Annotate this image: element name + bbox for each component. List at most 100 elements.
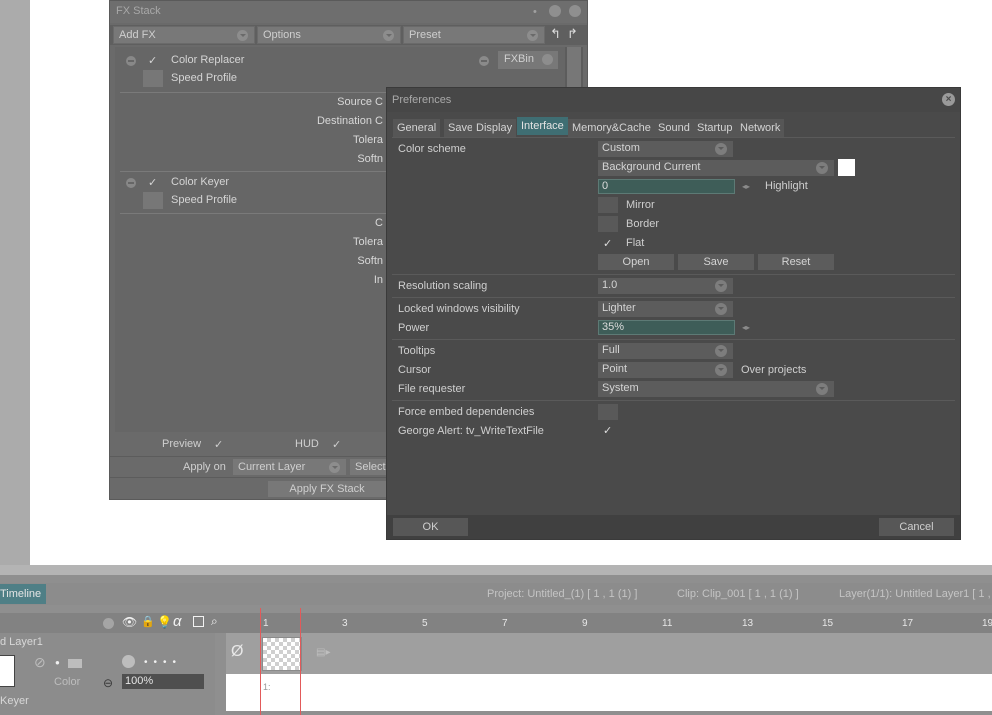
panel-gap — [0, 565, 992, 575]
open-button[interactable]: Open — [598, 254, 674, 270]
zoom-icon[interactable]: ⌕ — [211, 614, 218, 629]
power-field[interactable]: 35% — [598, 320, 735, 335]
chevron-down-icon — [383, 30, 394, 41]
interface-settings: Color scheme Custom Background Current 0… — [392, 137, 955, 513]
opacity-field[interactable]: 100% — [122, 674, 204, 689]
redo-icon[interactable]: ↱ — [567, 26, 578, 42]
tab-network[interactable]: Network — [736, 119, 785, 137]
flat-checkbox[interactable]: ✓ — [603, 237, 612, 250]
stencil-icon[interactable] — [193, 616, 204, 627]
alpha-icon[interactable]: α — [173, 613, 182, 630]
mirror-checkbox[interactable] — [598, 197, 618, 213]
color-dot-icon[interactable] — [122, 655, 135, 668]
hold-icon[interactable]: ▤▸ — [316, 647, 330, 658]
preset-dropdown[interactable]: Preset — [403, 26, 545, 44]
background-dropdown[interactable]: Background Current — [598, 160, 834, 176]
layer-controls: d Layer1 ⊘ ● •••• Color ⊖ 100% Keyer — [0, 633, 215, 715]
playhead-line[interactable] — [260, 608, 261, 715]
speed-profile-toggle[interactable] — [143, 192, 163, 209]
empty-frame-icon: Ø — [231, 643, 244, 660]
options-dropdown[interactable]: Options — [257, 26, 401, 44]
dot-icon: ● — [55, 658, 60, 667]
power-label: Power — [398, 322, 430, 334]
save-scheme-button[interactable]: Save — [678, 254, 754, 270]
speed-profile-label: Speed Profile — [171, 194, 238, 206]
enabled-check-icon[interactable]: ✓ — [148, 176, 157, 189]
tab-sound[interactable]: Sound — [654, 119, 694, 137]
pin-icon[interactable]: • — [533, 6, 537, 18]
chevron-down-icon[interactable] — [103, 618, 114, 629]
color-tags-icon[interactable]: •••• — [144, 657, 182, 668]
resolution-scaling-dropdown[interactable]: 1.0 — [598, 278, 733, 294]
spin-arrows-icon[interactable]: ◂▸ — [742, 182, 750, 191]
file-requester-value: System — [602, 382, 639, 394]
lightbulb-icon[interactable]: 💡 — [157, 615, 172, 629]
tab-startup[interactable]: Startup — [693, 119, 737, 137]
close-icon[interactable]: × — [942, 93, 955, 106]
layer-thumbnail[interactable] — [0, 655, 15, 687]
spin-arrows-icon[interactable]: ◂▸ — [742, 323, 750, 332]
locked-windows-label: Locked windows visibility — [398, 303, 520, 315]
keyer-track[interactable]: 1: — [226, 674, 992, 711]
frame-tick: 5 — [422, 618, 428, 629]
frame-tick: 15 — [822, 618, 834, 629]
close-icon[interactable] — [569, 5, 581, 17]
preferences-titlebar[interactable]: Preferences × — [387, 88, 960, 112]
param-label: Softn — [357, 255, 383, 267]
color-label: Color — [54, 676, 81, 688]
force-embed-checkbox[interactable] — [598, 404, 618, 420]
cancel-button[interactable]: Cancel — [879, 518, 954, 536]
fxbin-dropdown[interactable]: FXBin — [498, 51, 558, 69]
tab-timeline[interactable]: Timeline — [0, 584, 46, 604]
preview-checkbox[interactable]: ✓ — [214, 438, 223, 451]
chevron-down-icon — [715, 280, 727, 292]
tab-display[interactable]: Display — [472, 119, 517, 137]
layer-track[interactable]: Ø ▤▸ — [226, 633, 992, 674]
color-scheme-dropdown[interactable]: Custom — [598, 141, 733, 157]
undo-icon[interactable]: ↰ — [550, 26, 561, 42]
fxbin-label: FXBin — [504, 53, 534, 65]
apply-on-dropdown[interactable]: Current Layer — [232, 458, 347, 476]
color-swatch[interactable] — [838, 159, 855, 176]
mirror-label: Mirror — [626, 199, 655, 211]
playhead-line[interactable] — [300, 608, 301, 715]
fx-icon[interactable]: ⊘ — [34, 654, 46, 671]
resolution-scaling-label: Resolution scaling — [398, 280, 488, 292]
tab-memory-cache[interactable]: Memory&Cache — [568, 119, 655, 137]
chevron-down-icon — [715, 345, 727, 357]
frame-thumbnail[interactable] — [262, 637, 302, 671]
file-requester-label: File requester — [398, 383, 466, 395]
enabled-check-icon[interactable]: ✓ — [148, 54, 157, 67]
fx-stack-titlebar[interactable]: FX Stack • — [110, 1, 587, 23]
eye-icon[interactable]: 👁 — [122, 615, 137, 629]
file-requester-dropdown[interactable]: System — [598, 381, 834, 397]
tooltips-dropdown[interactable]: Full — [598, 343, 733, 359]
cursor-dropdown[interactable]: Point — [598, 362, 733, 378]
collapse-icon[interactable] — [126, 56, 136, 66]
divider — [392, 297, 955, 298]
fx-name: Color Replacer — [171, 54, 245, 66]
ok-button[interactable]: OK — [393, 518, 468, 536]
george-alert-checkbox[interactable]: ✓ — [603, 424, 612, 437]
add-fx-dropdown[interactable]: Add FX — [113, 26, 255, 44]
tab-interface[interactable]: Interface — [517, 117, 568, 135]
border-checkbox[interactable] — [598, 216, 618, 232]
collapse-icon[interactable] — [126, 178, 136, 188]
fx-menu-icon[interactable] — [479, 56, 489, 66]
left-strip — [0, 0, 30, 572]
blend-icon[interactable]: ⊖ — [103, 676, 113, 690]
mode-icon[interactable] — [68, 659, 82, 668]
reset-button[interactable]: Reset — [758, 254, 834, 270]
hud-checkbox[interactable]: ✓ — [332, 438, 341, 451]
color-value-field[interactable]: 0 — [598, 179, 735, 194]
tab-general[interactable]: General — [393, 119, 441, 137]
locked-windows-dropdown[interactable]: Lighter — [598, 301, 733, 317]
apply-fx-stack-button[interactable]: Apply FX Stack — [267, 480, 387, 498]
timeline-ruler[interactable]: 1 3 5 7 9 11 13 15 17 19 👁 🔒 💡 α ⌕ — [0, 613, 992, 633]
lock-icon[interactable]: 🔒 — [141, 615, 155, 628]
frame-tick: 9 — [582, 618, 588, 629]
speed-profile-toggle[interactable] — [143, 70, 163, 87]
minimize-icon[interactable] — [549, 5, 561, 17]
fx-item-color-replacer[interactable]: ✓ Color Replacer — [115, 53, 495, 71]
selection-dropdown[interactable]: Selecti — [349, 458, 389, 476]
